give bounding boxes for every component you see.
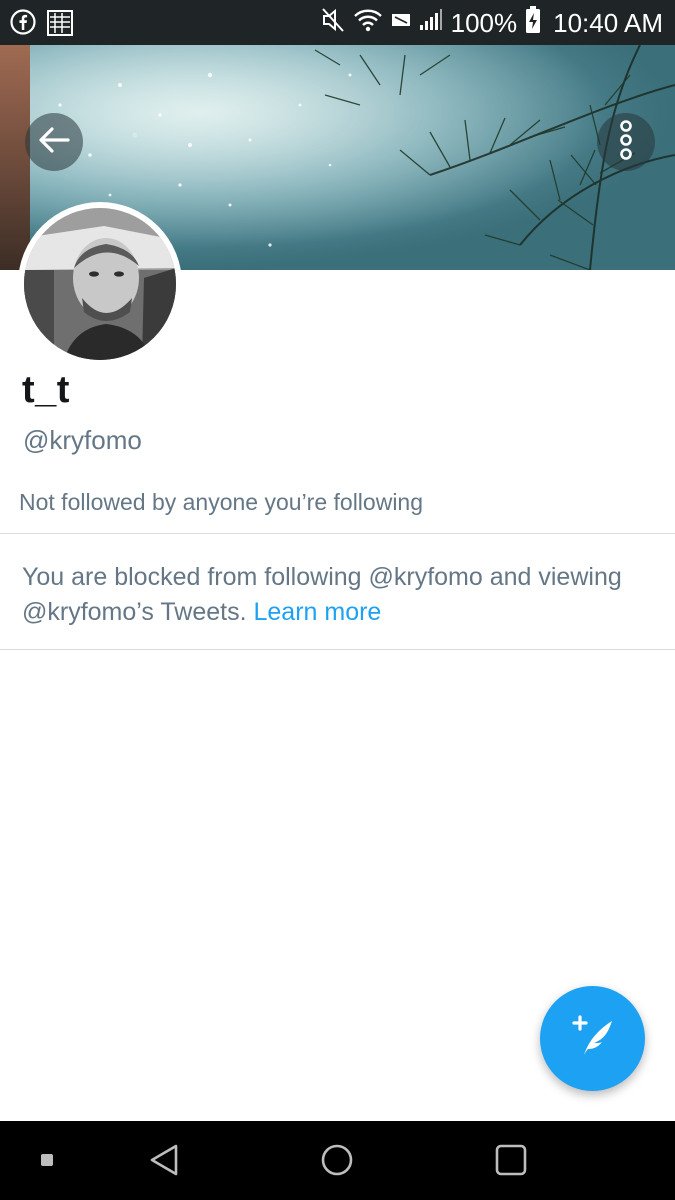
notification-icon — [46, 9, 74, 42]
status-bar: 100% 10:40 AM — [0, 0, 675, 45]
battery-charging-icon — [525, 6, 541, 39]
learn-more-link[interactable]: Learn more — [253, 598, 381, 626]
compose-tweet-icon — [568, 1013, 618, 1064]
system-nav-bar — [0, 1121, 675, 1200]
mute-icon — [321, 7, 345, 38]
facebook-icon — [10, 9, 36, 42]
avatar[interactable] — [18, 202, 182, 366]
recent-indicator-icon — [40, 1153, 54, 1167]
arrow-left-icon — [38, 126, 70, 159]
no-sim-icon — [391, 13, 411, 32]
compose-tweet-button[interactable] — [540, 986, 645, 1091]
back-button[interactable] — [25, 113, 83, 171]
blocked-notice: You are blocked from following @kryfomo … — [22, 560, 642, 630]
back-triangle-icon[interactable] — [148, 1143, 180, 1177]
wifi-icon — [353, 7, 383, 38]
banner-rock — [0, 45, 30, 270]
overview-square-icon[interactable] — [494, 1143, 528, 1177]
battery-percent: 100% — [450, 7, 518, 38]
divider — [0, 649, 675, 650]
signal-icon — [419, 8, 443, 37]
more-vertical-icon — [618, 119, 634, 165]
followed-by-text: Not followed by anyone you’re following — [19, 489, 424, 515]
more-options-button[interactable] — [597, 113, 655, 171]
clock: 10:40 AM — [553, 7, 663, 38]
display-name: t_t — [22, 369, 70, 411]
divider — [0, 533, 675, 534]
avatar-image — [24, 208, 176, 360]
username-handle: @kryfomo — [23, 425, 142, 455]
home-circle-icon[interactable] — [320, 1143, 354, 1177]
